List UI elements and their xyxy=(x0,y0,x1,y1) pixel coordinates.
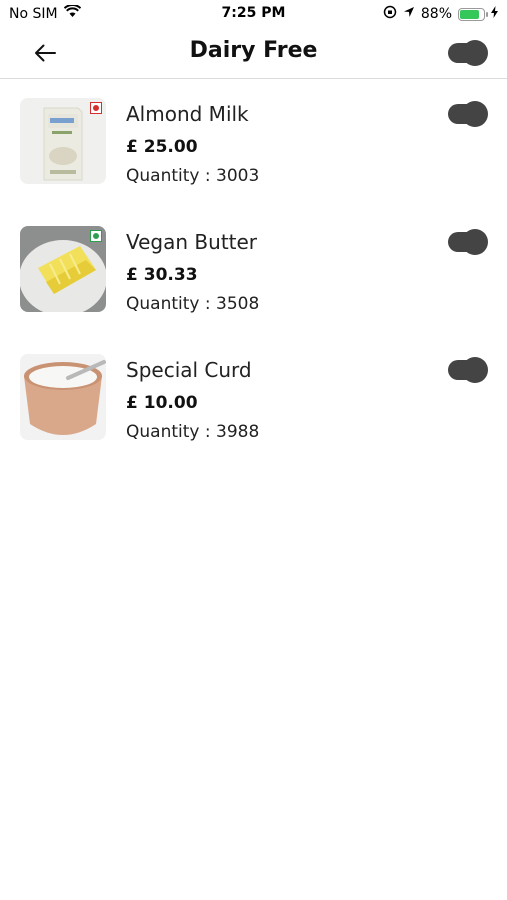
location-icon xyxy=(403,6,415,22)
availability-toggle[interactable] xyxy=(448,357,488,383)
veg-mark-icon xyxy=(90,230,102,242)
toggle-knob xyxy=(462,357,488,383)
product-image xyxy=(20,354,106,440)
product-name: Vegan Butter xyxy=(126,230,258,254)
product-quantity: Quantity : 3988 xyxy=(126,422,260,442)
nonveg-mark-icon xyxy=(90,102,102,114)
battery-icon xyxy=(458,7,488,21)
product-image xyxy=(20,226,106,312)
product-image xyxy=(20,98,106,184)
category-toggle[interactable] xyxy=(448,40,488,66)
product-price: £ 25.00 xyxy=(126,137,198,157)
status-bar: No SIM 7:25 PM 88% xyxy=(0,0,507,28)
list-item: Vegan Butter £ 30.33 Quantity : 3508 xyxy=(0,226,507,326)
charging-icon xyxy=(491,6,498,22)
page-header: Dairy Free xyxy=(0,28,507,79)
product-price: £ 30.33 xyxy=(126,265,198,285)
toggle-knob xyxy=(462,101,488,127)
battery-fill xyxy=(460,9,479,19)
availability-toggle[interactable] xyxy=(448,101,488,127)
toggle-knob xyxy=(462,40,488,66)
product-quantity: Quantity : 3003 xyxy=(126,166,260,186)
availability-toggle[interactable] xyxy=(448,229,488,255)
orientation-lock-icon xyxy=(383,5,397,23)
list-item: Special Curd £ 10.00 Quantity : 3988 xyxy=(0,354,507,454)
list-item: Almond Milk £ 25.00 Quantity : 3003 xyxy=(0,98,507,198)
product-name: Almond Milk xyxy=(126,102,249,126)
battery-percent: 88% xyxy=(420,6,452,22)
product-name: Special Curd xyxy=(126,358,252,382)
product-quantity: Quantity : 3508 xyxy=(126,294,260,314)
product-price: £ 10.00 xyxy=(126,393,198,413)
page-title: Dairy Free xyxy=(189,38,318,63)
toggle-knob xyxy=(462,229,488,255)
